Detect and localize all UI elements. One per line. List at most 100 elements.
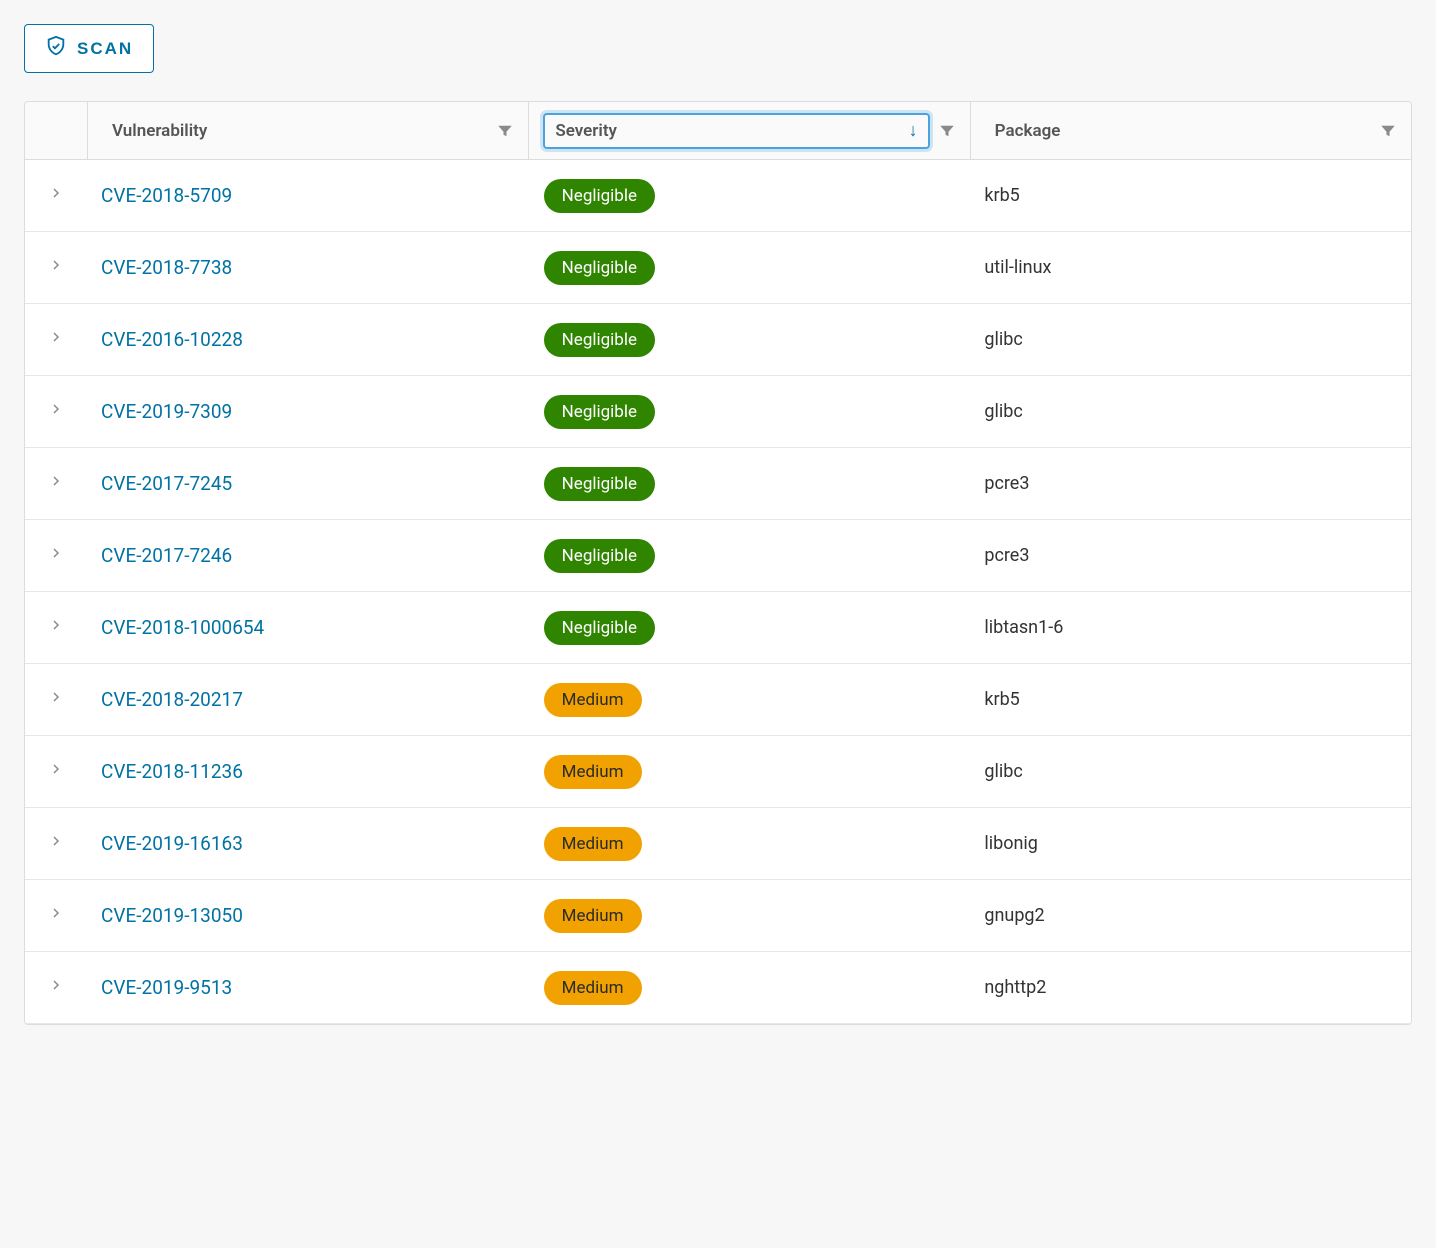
cve-link[interactable]: CVE-2018-7738: [101, 256, 232, 279]
package-name: libonig: [984, 833, 1038, 854]
severity-badge: Negligible: [544, 323, 655, 357]
chevron-right-icon[interactable]: [48, 257, 64, 278]
chevron-right-icon[interactable]: [48, 761, 64, 782]
expand-cell: [25, 675, 87, 724]
chevron-right-icon[interactable]: [48, 473, 64, 494]
package-cell: pcre3: [970, 459, 1411, 508]
table-row: CVE-2019-16163 Medium libonig: [25, 808, 1411, 880]
package-name: libtasn1-6: [984, 617, 1063, 638]
severity-cell: Negligible: [528, 165, 971, 227]
severity-badge: Medium: [544, 755, 642, 789]
cve-link[interactable]: CVE-2016-10228: [101, 328, 243, 351]
severity-cell: Medium: [528, 957, 971, 1019]
vulnerability-cell: CVE-2018-7738: [87, 242, 528, 293]
chevron-right-icon[interactable]: [48, 545, 64, 566]
package-cell: krb5: [970, 171, 1411, 220]
severity-badge: Negligible: [544, 179, 655, 213]
package-name: krb5: [984, 689, 1019, 710]
vulnerability-cell: CVE-2019-13050: [87, 890, 528, 941]
cve-link[interactable]: CVE-2018-1000654: [101, 616, 264, 639]
table-row: CVE-2017-7246 Negligible pcre3: [25, 520, 1411, 592]
cve-link[interactable]: CVE-2019-7309: [101, 400, 232, 423]
table-row: CVE-2018-1000654 Negligible libtasn1-6: [25, 592, 1411, 664]
expand-cell: [25, 603, 87, 652]
filter-icon[interactable]: [496, 122, 514, 140]
cve-link[interactable]: CVE-2017-7246: [101, 544, 232, 567]
severity-cell: Medium: [528, 885, 971, 947]
package-name: pcre3: [984, 545, 1029, 566]
package-cell: gnupg2: [970, 891, 1411, 940]
vulnerability-cell: CVE-2019-7309: [87, 386, 528, 437]
scan-button-label: SCAN: [77, 39, 133, 59]
chevron-right-icon[interactable]: [48, 833, 64, 854]
severity-cell: Medium: [528, 741, 971, 803]
table-header-row: Vulnerability Severity ↓ Package: [25, 102, 1411, 160]
severity-badge: Negligible: [544, 467, 655, 501]
expand-cell: [25, 315, 87, 364]
chevron-right-icon[interactable]: [48, 617, 64, 638]
package-cell: libtasn1-6: [970, 603, 1411, 652]
vulnerability-cell: CVE-2016-10228: [87, 314, 528, 365]
vulnerability-cell: CVE-2018-11236: [87, 746, 528, 797]
severity-cell: Negligible: [528, 309, 971, 371]
expand-cell: [25, 459, 87, 508]
package-cell: glibc: [970, 747, 1411, 796]
severity-badge: Medium: [544, 683, 642, 717]
table-row: CVE-2018-11236 Medium glibc: [25, 736, 1411, 808]
package-name: krb5: [984, 185, 1019, 206]
vulnerability-cell: CVE-2018-20217: [87, 674, 528, 725]
package-cell: krb5: [970, 675, 1411, 724]
expand-cell: [25, 243, 87, 292]
severity-cell: Negligible: [528, 453, 971, 515]
chevron-right-icon[interactable]: [48, 977, 64, 998]
column-header-expand: [25, 102, 87, 159]
cve-link[interactable]: CVE-2018-5709: [101, 184, 232, 207]
package-cell: glibc: [970, 387, 1411, 436]
table-row: CVE-2018-5709 Negligible krb5: [25, 160, 1411, 232]
severity-badge: Medium: [544, 899, 642, 933]
filter-icon[interactable]: [1379, 122, 1397, 140]
vulnerability-cell: CVE-2019-16163: [87, 818, 528, 869]
cve-link[interactable]: CVE-2019-9513: [101, 976, 232, 999]
cve-link[interactable]: CVE-2019-13050: [101, 904, 243, 927]
severity-cell: Negligible: [528, 525, 971, 587]
vulnerability-cell: CVE-2018-5709: [87, 170, 528, 221]
column-header-package[interactable]: Package: [970, 102, 1411, 159]
scan-button[interactable]: SCAN: [24, 24, 154, 73]
vulnerability-cell: CVE-2019-9513: [87, 962, 528, 1013]
chevron-right-icon[interactable]: [48, 329, 64, 350]
expand-cell: [25, 171, 87, 220]
vulnerability-cell: CVE-2017-7245: [87, 458, 528, 509]
table-body: CVE-2018-5709 Negligible krb5 CVE-2018-7738…: [25, 160, 1411, 1024]
severity-cell: Medium: [528, 813, 971, 875]
table-row: CVE-2019-9513 Medium nghttp2: [25, 952, 1411, 1024]
vulnerability-cell: CVE-2018-1000654: [87, 602, 528, 653]
column-header-vulnerability-label: Vulnerability: [112, 121, 478, 141]
sort-descending-icon: ↓: [909, 120, 918, 141]
severity-badge: Negligible: [544, 611, 655, 645]
table-row: CVE-2019-7309 Negligible glibc: [25, 376, 1411, 448]
chevron-right-icon[interactable]: [48, 689, 64, 710]
severity-badge: Medium: [544, 827, 642, 861]
expand-cell: [25, 963, 87, 1012]
cve-link[interactable]: CVE-2018-11236: [101, 760, 243, 783]
column-header-vulnerability[interactable]: Vulnerability: [87, 102, 528, 159]
severity-badge: Negligible: [544, 395, 655, 429]
column-header-severity[interactable]: Severity ↓: [528, 102, 969, 159]
cve-link[interactable]: CVE-2017-7245: [101, 472, 232, 495]
vulnerability-cell: CVE-2017-7246: [87, 530, 528, 581]
chevron-right-icon[interactable]: [48, 401, 64, 422]
package-cell: pcre3: [970, 531, 1411, 580]
chevron-right-icon[interactable]: [48, 905, 64, 926]
vulnerability-table: Vulnerability Severity ↓ Package: [24, 101, 1412, 1025]
severity-cell: Negligible: [528, 597, 971, 659]
package-name: nghttp2: [984, 977, 1046, 998]
table-row: CVE-2019-13050 Medium gnupg2: [25, 880, 1411, 952]
expand-cell: [25, 891, 87, 940]
cve-link[interactable]: CVE-2018-20217: [101, 688, 243, 711]
chevron-right-icon[interactable]: [48, 185, 64, 206]
cve-link[interactable]: CVE-2019-16163: [101, 832, 243, 855]
expand-cell: [25, 387, 87, 436]
filter-icon[interactable]: [938, 122, 956, 140]
table-row: CVE-2018-20217 Medium krb5: [25, 664, 1411, 736]
